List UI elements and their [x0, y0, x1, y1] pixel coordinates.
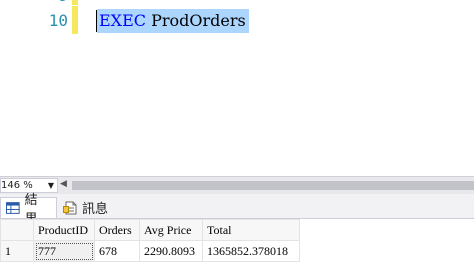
line-number: 10 — [48, 11, 68, 30]
code-line[interactable]: EXEC ProdOrders — [96, 9, 249, 33]
results-table: ProductID Orders Avg Price Total 1 777 6… — [0, 219, 300, 262]
table-cell[interactable]: 678 — [94, 240, 140, 262]
selected-code[interactable]: EXEC ProdOrders — [97, 9, 249, 33]
header-row: ProductID Orders Avg Price Total — [0, 219, 300, 241]
tab-messages[interactable]: 訊息 — [58, 197, 114, 218]
corner-cell[interactable] — [0, 219, 34, 241]
column-header[interactable]: ProductID — [33, 219, 95, 241]
column-header[interactable]: Total — [202, 219, 300, 241]
query-editor[interactable]: 9 10 EXEC ProdOrders — [0, 0, 474, 176]
procedure-name: ProdOrders — [151, 11, 246, 30]
row-number[interactable]: 1 — [0, 240, 34, 262]
table-cell[interactable]: 777 — [33, 240, 95, 262]
column-header[interactable]: Avg Price — [139, 219, 203, 241]
sql-keyword: EXEC — [99, 11, 146, 30]
change-marker — [72, 6, 78, 34]
table-cell[interactable]: 1365852.378018 — [202, 240, 300, 262]
column-header[interactable]: Orders — [94, 219, 140, 241]
change-marker — [72, 0, 78, 5]
table-cell[interactable]: 2290.8093 — [139, 240, 203, 262]
table-row: 1 777 678 2290.8093 1365852.378018 — [0, 240, 300, 262]
grid-icon — [6, 202, 20, 214]
horizontal-scrollbar[interactable] — [72, 181, 474, 190]
results-grid[interactable]: ProductID Orders Avg Price Total 1 777 6… — [0, 219, 474, 274]
results-tabbar: 結果 訊息 — [0, 193, 474, 227]
tab-label: 訊息 — [82, 202, 109, 217]
editor-status-bar: 146 % ▼ ◀ — [0, 176, 474, 194]
tab-results[interactable]: 結果 — [0, 193, 57, 227]
scroll-left-icon[interactable]: ◀ — [60, 179, 67, 189]
message-icon — [63, 201, 77, 214]
line-number: 9 — [44, 0, 68, 5]
